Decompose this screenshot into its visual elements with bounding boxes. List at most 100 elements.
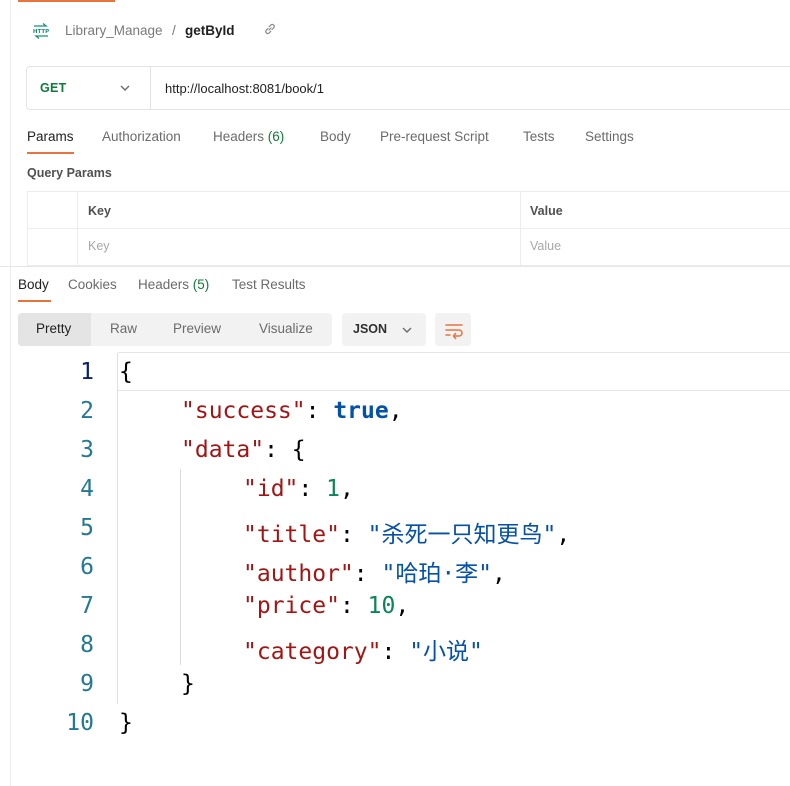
tab-label: Cookies [68,277,117,292]
line-number: 2 [80,398,94,424]
response-divider[interactable] [0,266,790,267]
line-number: 9 [80,671,94,697]
json-boolean: true [333,398,389,424]
response-tab-body[interactable]: Body [18,277,49,292]
tab-body[interactable]: Body [320,129,351,144]
tab-settings[interactable]: Settings [585,129,634,144]
table-border-mid [27,228,790,229]
response-tab-test-results[interactable]: Test Results [232,277,306,292]
json-string: "哈珀·李" [381,561,493,587]
comma: , [556,522,571,548]
json-key: "author" [243,561,354,587]
svg-text:HTTP: HTTP [33,29,49,35]
code-line: "category": "小说" [243,632,483,666]
tab-count: (5) [192,277,210,292]
left-frame [0,0,11,786]
line-number: 7 [80,593,94,619]
line-number: 1 [80,359,94,385]
format-select-label: JSON [353,322,388,336]
editor-gutter-border [117,353,118,704]
code-line: "success": true, [181,398,403,424]
code-line: "title": "杀死一只知更鸟", [243,515,570,549]
column-header-key: Key [88,204,111,218]
wrap-lines-icon [445,324,463,340]
tab-label: Body [320,129,351,144]
value-input[interactable]: Value [530,239,561,253]
json-string: "杀死一只知更鸟" [367,522,557,548]
open-tab-indicator [18,0,115,2]
tab-headers[interactable]: Headers (6) [213,129,284,144]
view-mode-visualize[interactable]: Visualize [259,321,313,336]
http-request-icon: HTTP [33,23,49,39]
code-line: "id": 1, [243,476,354,502]
json-key: "success" [181,398,306,424]
code-line: } [181,671,195,697]
tab-label: Headers [213,129,265,144]
table-col-divider [77,191,78,266]
json-key: "price" [243,593,340,619]
tab-label: Body [18,277,49,292]
brace: } [181,671,195,697]
response-tab-cookies[interactable]: Cookies [68,277,117,292]
code-line: } [119,710,133,736]
key-input[interactable]: Key [88,239,110,253]
tab-label: Test Results [232,277,306,292]
json-key: "data" [181,437,265,463]
method-select[interactable]: GET [40,81,67,95]
json-number: 1 [326,476,340,502]
json-key: "title" [243,522,340,548]
breadcrumb-collection[interactable]: Library_Manage [65,23,163,38]
current-line-highlight [118,353,790,391]
link-icon[interactable] [263,22,277,36]
colon: : [305,398,334,424]
tab-count: (6) [267,129,285,144]
colon: : [264,437,292,463]
line-number: 10 [66,710,94,736]
chevron-down-icon[interactable] [119,84,131,92]
comma: , [492,561,506,587]
code-line: "data": { [181,437,306,463]
code-line: "price": 10, [243,593,409,619]
query-params-title: Query Params [27,166,112,180]
tab-label: Pre-request Script [380,129,489,144]
view-mode-raw[interactable]: Raw [110,321,137,336]
line-number: 8 [80,632,94,658]
brace: { [119,359,133,385]
line-number: 6 [80,554,94,580]
tab-params[interactable]: Params [27,129,74,144]
comma: , [395,593,410,619]
chevron-down-icon [402,327,412,333]
breadcrumb-separator: / [172,23,176,38]
response-tab-headers[interactable]: Headers (5) [138,277,209,292]
indent-guide [180,469,181,665]
active-tab-indicator [27,152,74,154]
line-number: 5 [80,515,94,541]
tab-label: Authorization [102,129,181,144]
json-key: "id" [243,476,299,502]
line-number: 4 [80,476,94,502]
json-key: "category" [243,639,382,665]
tab-label: Params [27,129,74,144]
view-mode-pretty[interactable]: Pretty [36,321,71,336]
table-border-left [27,191,28,266]
breadcrumb-request-name[interactable]: getById [185,23,235,38]
line-number: 3 [80,437,94,463]
comma: , [339,476,354,502]
table-border-top [27,191,790,192]
brace: } [119,710,133,736]
url-input[interactable]: http://localhost:8081/book/1 [165,81,324,96]
comma: , [388,398,403,424]
code-line: { [119,359,133,385]
colon: : [381,639,410,665]
view-mode-preview[interactable]: Preview [173,321,221,336]
tab-tests[interactable]: Tests [523,129,555,144]
tab-label: Tests [523,129,555,144]
brace: { [291,437,306,463]
tab-authorization[interactable]: Authorization [102,129,181,144]
json-string: "小说" [409,639,483,665]
tab-pre-request-script[interactable]: Pre-request Script [380,129,489,144]
colon: : [298,476,327,502]
colon: : [339,593,368,619]
json-number: 10 [367,593,396,619]
url-bar [26,66,790,110]
